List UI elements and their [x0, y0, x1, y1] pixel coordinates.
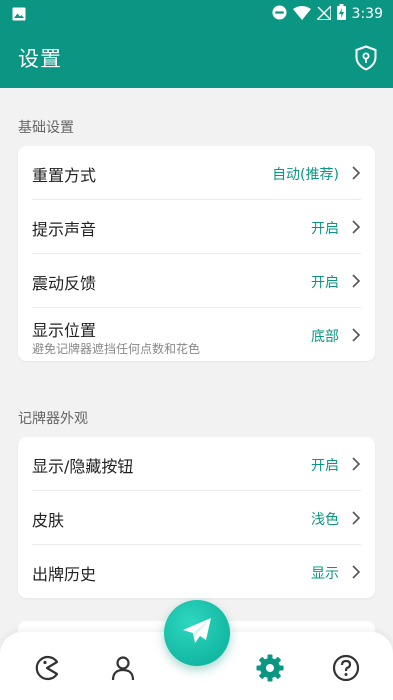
chevron-right-icon	[351, 456, 361, 476]
section-title-appearance: 记牌器外观	[18, 411, 88, 427]
setting-row-position[interactable]: 显示位置 避免记牌器遮挡任何点数和花色 底部	[32, 308, 361, 361]
image-icon	[12, 6, 26, 25]
setting-sublabel: 避免记牌器遮挡任何点数和花色	[32, 342, 201, 356]
wifi-icon	[292, 5, 311, 24]
setting-label: 出牌历史	[32, 565, 97, 584]
setting-row-skin[interactable]: 皮肤 浅色	[32, 491, 361, 545]
app-bar: 设置	[0, 26, 393, 88]
setting-value: 自动(推荐)	[272, 167, 339, 183]
setting-value: 底部	[311, 329, 339, 345]
chevron-right-icon	[351, 165, 361, 185]
setting-value: 浅色	[311, 512, 339, 528]
setting-value: 显示	[311, 566, 339, 582]
setting-label: 显示位置	[32, 321, 97, 340]
setting-label: 重置方式	[32, 166, 97, 185]
setting-label: 震动反馈	[32, 274, 97, 293]
pacman-icon[interactable]	[32, 653, 62, 683]
status-time: 3:39	[351, 6, 383, 22]
section-title-basic: 基础设置	[18, 120, 74, 136]
settings-card-appearance: 显示/隐藏按钮 开启 皮肤 浅色 出牌历史 显示	[18, 437, 375, 598]
setting-value: 开启	[311, 221, 339, 237]
setting-value: 开启	[311, 458, 339, 474]
setting-row-reset-mode[interactable]: 重置方式 自动(推荐)	[32, 146, 361, 200]
no-signal-icon	[314, 3, 332, 24]
status-bar: 3:39	[0, 0, 393, 26]
setting-row-play-history[interactable]: 出牌历史 显示	[32, 545, 361, 598]
page-title: 设置	[18, 47, 62, 71]
setting-label: 显示/隐藏按钮	[32, 457, 134, 476]
chevron-right-icon	[351, 327, 361, 347]
profile-icon[interactable]	[108, 653, 138, 683]
chevron-right-icon	[351, 273, 361, 293]
setting-value: 开启	[311, 275, 339, 291]
help-icon[interactable]	[331, 653, 361, 683]
setting-label: 皮肤	[32, 511, 65, 530]
do-not-disturb-icon	[272, 4, 287, 24]
settings-card-basic: 重置方式 自动(推荐) 提示声音 开启 震动反馈 开启 显示位置 避免记牌器遮挡…	[18, 146, 375, 361]
chevron-right-icon	[351, 219, 361, 239]
shield-lock-icon[interactable]	[354, 45, 378, 75]
paper-plane-icon	[181, 616, 213, 650]
chevron-right-icon	[351, 564, 361, 584]
battery-charging-icon	[336, 4, 346, 24]
chevron-right-icon	[351, 510, 361, 530]
setting-label: 提示声音	[32, 220, 97, 239]
setting-row-sound[interactable]: 提示声音 开启	[32, 200, 361, 254]
setting-row-vibration[interactable]: 震动反馈 开启	[32, 254, 361, 308]
setting-row-toggle-button[interactable]: 显示/隐藏按钮 开启	[32, 437, 361, 491]
paper-plane-button[interactable]	[164, 600, 230, 666]
settings-gear-icon[interactable]	[255, 653, 285, 683]
